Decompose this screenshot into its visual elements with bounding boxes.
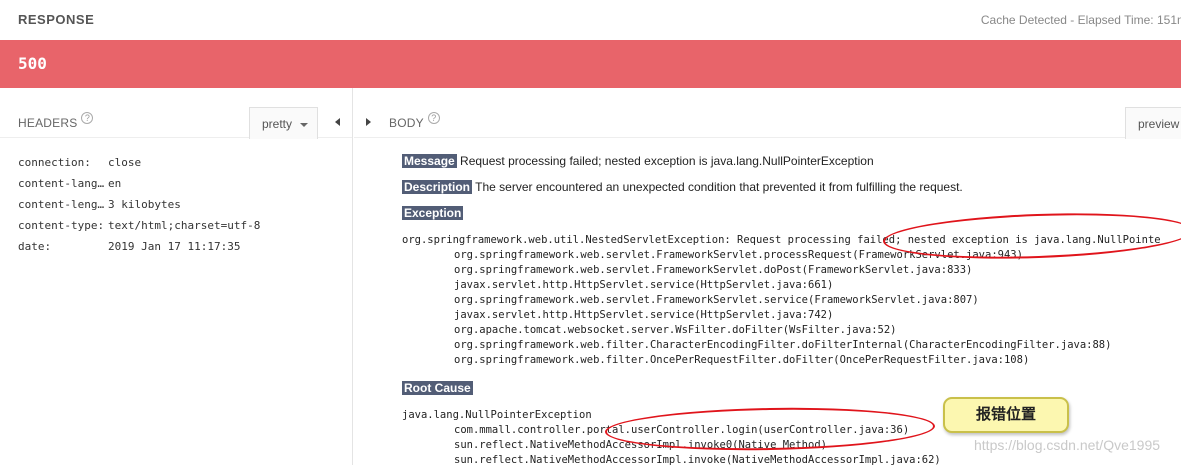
status-bar: 500 <box>0 40 1181 88</box>
trace-line: org.springframework.web.util.NestedServl… <box>402 234 1161 246</box>
trace-line: javax.servlet.http.HttpServlet.service(H… <box>454 279 834 291</box>
header-row: date: 2019 Jan 17 11:17:35 <box>18 240 260 261</box>
description-text: The server encountered an unexpected con… <box>475 180 963 194</box>
chevron-down-icon <box>300 123 308 127</box>
trace-line: com.mmall.controller.portal.userControll… <box>454 424 910 436</box>
watermark: https://blog.csdn.net/Qve1995 <box>974 437 1161 453</box>
header-value: en <box>108 177 122 190</box>
response-topbar: RESPONSE Cache Detected - Elapsed Time: … <box>0 0 1181 40</box>
format-dropdown[interactable]: pretty <box>249 107 318 139</box>
headers-pane-header: HEADERS? pretty <box>0 88 352 139</box>
trace-line: org.springframework.web.filter.Character… <box>454 339 1112 351</box>
trace-line: org.springframework.web.servlet.Framewor… <box>454 294 979 306</box>
header-value: close <box>108 156 142 169</box>
response-title: RESPONSE <box>18 12 95 27</box>
header-value: 3 kilobytes <box>108 198 181 211</box>
headers-label: HEADERS? <box>18 112 94 130</box>
trace-line: javax.servlet.http.HttpServlet.service(H… <box>454 309 834 321</box>
preview-button[interactable]: preview <box>1125 107 1181 139</box>
exception-trace: org.springframework.web.util.NestedServl… <box>402 233 1161 368</box>
trace-line: org.springframework.web.servlet.Framewor… <box>454 249 1023 261</box>
message-text: Request processing failed; nested except… <box>460 154 874 168</box>
elapsed-time-text: Cache Detected - Elapsed Time: 151m <box>980 13 1181 27</box>
body-label: BODY? <box>389 112 440 130</box>
header-value: text/html;charset=utf-8 <box>108 219 261 232</box>
header-key: connection: <box>18 156 91 169</box>
error-location-callout: 报错位置 <box>943 397 1069 433</box>
body-label-text: BODY <box>389 116 424 130</box>
question-circle-icon[interactable]: ? <box>81 112 94 124</box>
header-key: content-leng… <box>18 198 105 211</box>
collapse-right-icon[interactable] <box>366 118 371 126</box>
message-tag: Message <box>402 154 457 168</box>
header-key: date: <box>18 240 52 253</box>
collapse-left-icon[interactable] <box>335 118 340 126</box>
exception-tag: Exception <box>402 206 464 220</box>
trace-line: sun.reflect.NativeMethodAccessorImpl.inv… <box>454 439 827 451</box>
trace-line: org.apache.tomcat.websocket.server.WsFil… <box>454 324 897 336</box>
root-cause-heading: Root Cause <box>402 381 473 395</box>
message-line: Message Request processing failed; neste… <box>402 154 874 168</box>
trace-line: java.lang.NullPointerException <box>402 409 592 421</box>
description-tag: Description <box>402 180 473 194</box>
header-key: content-type: <box>18 219 105 232</box>
format-dropdown-value: pretty <box>262 117 293 131</box>
headers-label-text: HEADERS <box>18 116 78 130</box>
root-cause-tag: Root Cause <box>402 381 473 395</box>
exception-heading: Exception <box>402 206 464 220</box>
header-row: connection: close <box>18 156 260 177</box>
status-code: 500 <box>18 54 47 73</box>
headers-pane: HEADERS? pretty connection: close content… <box>0 88 353 465</box>
body-pane-header: BODY? preview <box>354 88 1181 139</box>
header-value: 2019 Jan 17 11:17:35 <box>108 240 241 253</box>
header-key: content-lang… <box>18 177 105 190</box>
description-line: Description The server encountered an un… <box>402 180 963 194</box>
question-circle-icon[interactable]: ? <box>427 112 440 124</box>
trace-line: org.springframework.web.servlet.Framewor… <box>454 264 973 276</box>
trace-line: org.springframework.web.filter.OncePerRe… <box>454 354 1030 366</box>
header-row: content-lang… en <box>18 177 260 198</box>
trace-line: sun.reflect.NativeMethodAccessorImpl.inv… <box>454 454 941 465</box>
headers-list: connection: close content-lang… en content… <box>18 156 260 261</box>
header-row: content-type: text/html;charset=utf-8 <box>18 219 260 240</box>
header-row: content-leng… 3 kilobytes <box>18 198 260 219</box>
root-cause-trace: java.lang.NullPointerException com.mmall… <box>402 408 941 465</box>
